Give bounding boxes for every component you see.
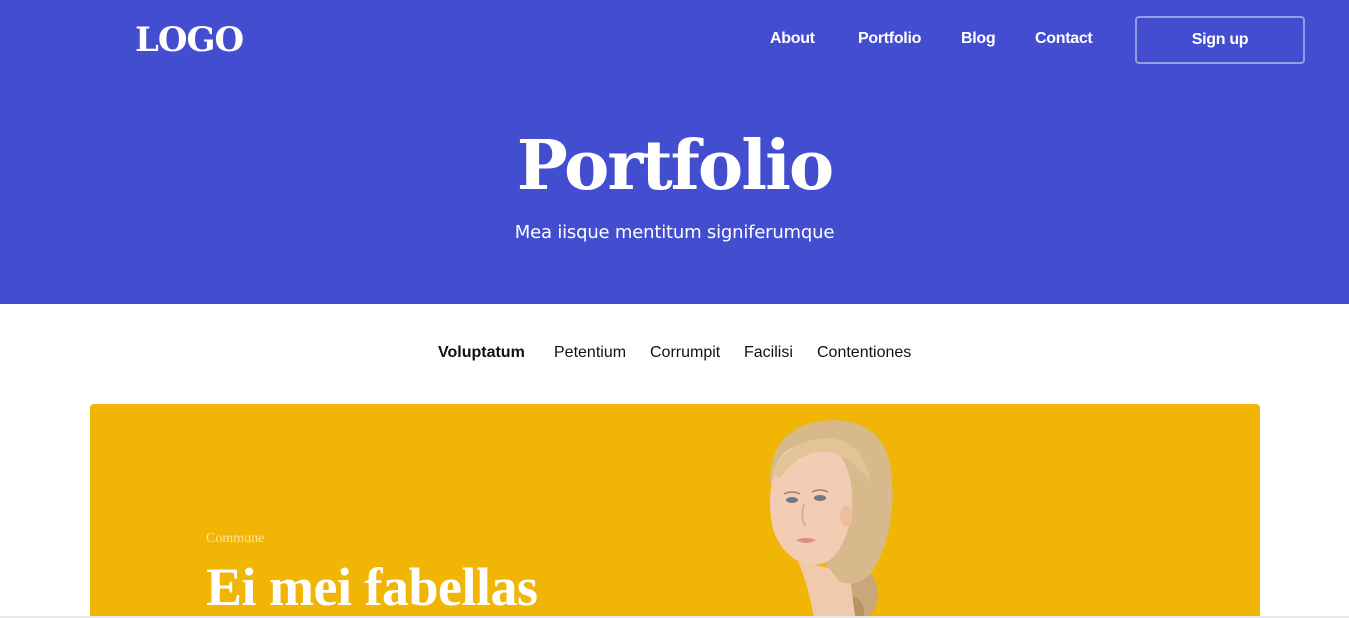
category-tabs: Voluptatum Petentium Corrumpit Facilisi … <box>0 344 1349 364</box>
page-subtitle: Mea iisque mentitum signiferumque <box>514 222 835 243</box>
portfolio-card[interactable]: Commune Ei mei fabellas <box>90 404 1260 618</box>
hero-section: LOGO About Portfolio Blog Contact Sign u… <box>0 0 1349 304</box>
card-eyebrow: Commune <box>206 531 265 546</box>
tab-corrumpit[interactable]: Corrumpit <box>650 344 720 362</box>
nav-link-about[interactable]: About <box>770 30 815 48</box>
tab-facilisi[interactable]: Facilisi <box>744 344 793 362</box>
sign-up-button[interactable]: Sign up <box>1135 16 1305 64</box>
page-title: Portfolio <box>516 126 835 206</box>
card-title: Ei mei fabellas <box>206 557 538 617</box>
tab-voluptatum[interactable]: Voluptatum <box>438 344 525 362</box>
tab-petentium[interactable]: Petentium <box>554 344 626 362</box>
tab-contentiones[interactable]: Contentiones <box>817 344 911 362</box>
nav-link-blog[interactable]: Blog <box>961 30 996 48</box>
nav-link-portfolio[interactable]: Portfolio <box>858 30 921 48</box>
portrait-image <box>770 420 893 618</box>
nav-link-contact[interactable]: Contact <box>1035 30 1093 48</box>
